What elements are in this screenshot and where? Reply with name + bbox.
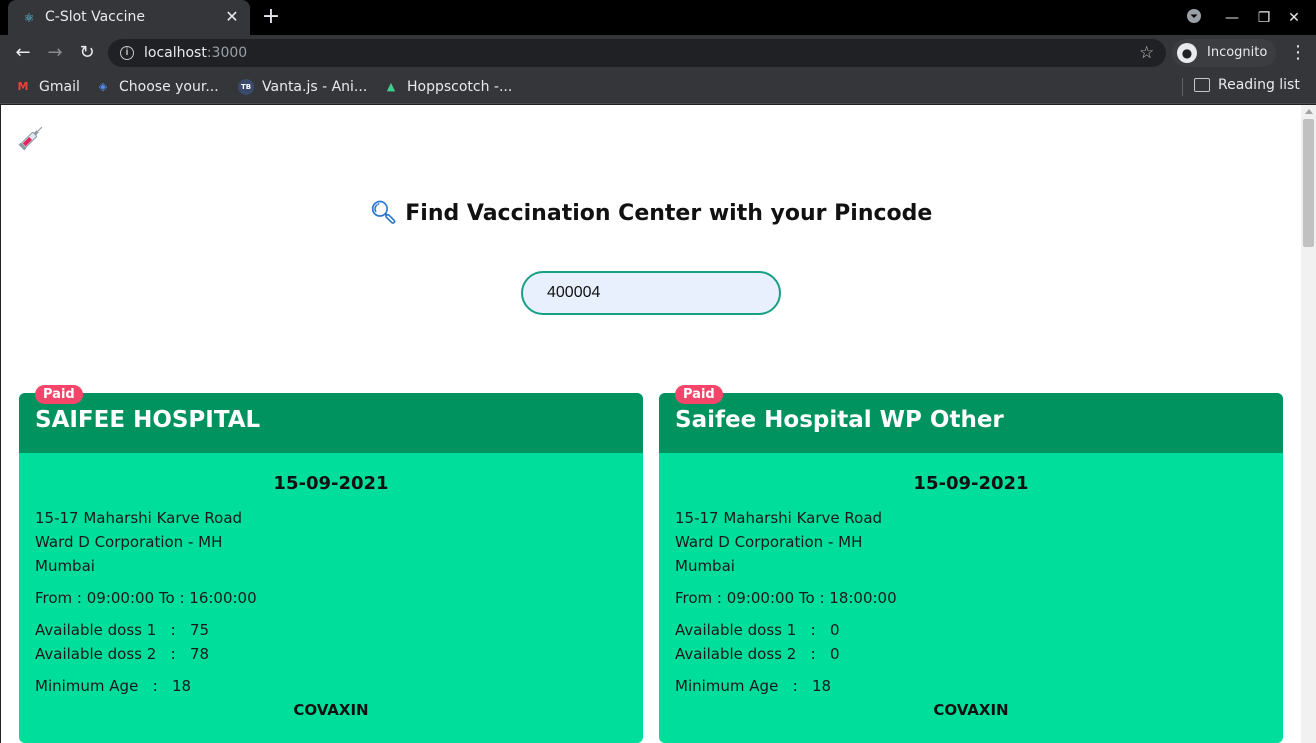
vaccine-name: COVAXIN — [933, 701, 1009, 719]
vanta-icon: TB — [238, 79, 254, 95]
center-district: Mumbai — [35, 557, 95, 575]
menu-kebab-icon[interactable]: ⋮ — [1289, 42, 1307, 63]
url-port: :3000 — [206, 45, 248, 61]
tab-search-icon[interactable] — [1184, 8, 1204, 28]
bookmark-vanta[interactable]: TB Vanta.js - Ani... — [238, 77, 367, 97]
page-scrollbar[interactable] — [1301, 105, 1316, 743]
center-card-header: SAIFEE HOSPITAL — [19, 393, 643, 453]
react-icon: ⚛ — [23, 11, 35, 25]
minimize-icon[interactable]: — — [1222, 8, 1242, 28]
reading-list-icon — [1194, 78, 1210, 92]
bookmark-choose[interactable]: ◈ Choose your... — [95, 77, 219, 97]
center-district: Mumbai — [675, 557, 735, 575]
page-title-text: Find Vaccination Center with your Pincod… — [405, 201, 933, 226]
center-timing: From : 09:00:00 To : 16:00:00 — [35, 589, 257, 607]
center-card-header: Saifee Hospital WP Other — [659, 393, 1283, 453]
center-address: 15-17 Maharshi Karve Road — [675, 509, 883, 527]
tab-title: C-Slot Vaccine — [45, 9, 145, 25]
center-name: Saifee Hospital WP Other — [675, 407, 1004, 433]
scroll-up-arrow-icon[interactable] — [1305, 109, 1313, 114]
center-block: Ward D Corporation - MH — [675, 533, 863, 551]
incognito-profile-button[interactable]: ● Incognito — [1172, 39, 1276, 67]
scrollbar-thumb[interactable] — [1303, 119, 1314, 247]
bookmark-star-icon[interactable]: ☆ — [1139, 43, 1154, 63]
url-host: localhost — [144, 45, 207, 61]
bookmark-gmail[interactable]: M Gmail — [15, 77, 80, 97]
address-bar[interactable]: i localhost:3000 ☆ — [108, 39, 1166, 67]
back-arrow-icon[interactable]: ← — [12, 42, 34, 64]
new-tab-button[interactable]: + — [260, 6, 282, 28]
restore-icon[interactable]: ❐ — [1254, 8, 1274, 28]
page-viewport: 🔍︎ Find Vaccination Center with your Pin… — [1, 105, 1301, 743]
bookmark-label: Gmail — [39, 79, 80, 95]
center-block: Ward D Corporation - MH — [35, 533, 223, 551]
session-date: 15-09-2021 — [273, 473, 389, 494]
syringe-icon — [18, 126, 43, 151]
available-dose-1: Available doss 1 : 0 — [675, 621, 840, 639]
tab-active[interactable]: ⚛ C-Slot Vaccine ✕ — [8, 0, 250, 35]
bookmarks-bar: M Gmail ◈ Choose your... TB Vanta.js - A… — [0, 70, 1316, 104]
available-dose-2: Available doss 2 : 78 — [35, 645, 210, 663]
page-title: 🔍︎ Find Vaccination Center with your Pin… — [1, 201, 1301, 226]
available-dose-2: Available doss 2 : 0 — [675, 645, 840, 663]
close-icon[interactable]: ✕ — [223, 8, 241, 26]
session-date: 15-09-2021 — [913, 473, 1029, 494]
cube-icon: ◈ — [98, 80, 108, 93]
bookmarks-divider — [1182, 78, 1183, 96]
minimum-age: Minimum Age : 18 — [35, 677, 192, 695]
bookmark-label: Hoppscotch -... — [407, 79, 513, 95]
center-card: SAIFEE HOSPITAL Paid 15-09-2021 15-17 Ma… — [19, 385, 643, 743]
reload-icon[interactable]: ↻ — [76, 42, 98, 64]
bookmark-label: Choose your... — [119, 79, 219, 95]
tab-strip: ⚛ C-Slot Vaccine ✕ + — ❐ ✕ — [0, 0, 1316, 35]
bookmark-hoppscotch[interactable]: ▲ Hoppscotch -... — [383, 77, 513, 97]
window-close-icon[interactable]: ✕ — [1284, 8, 1304, 28]
center-timing: From : 09:00:00 To : 18:00:00 — [675, 589, 897, 607]
minimum-age: Minimum Age : 18 — [675, 677, 832, 695]
fee-type-badge: Paid — [675, 385, 723, 404]
gmail-icon: M — [17, 80, 29, 93]
center-address: 15-17 Maharshi Karve Road — [35, 509, 243, 527]
incognito-icon: ● — [1177, 43, 1197, 63]
pincode-input[interactable] — [521, 271, 781, 315]
center-name: SAIFEE HOSPITAL — [35, 407, 261, 433]
fee-type-badge: Paid — [35, 385, 83, 404]
magnifier-icon: 🔍︎ — [369, 201, 398, 226]
center-card: Saifee Hospital WP Other Paid 15-09-2021… — [659, 385, 1283, 743]
reading-list-label: Reading list — [1218, 77, 1300, 93]
available-dose-1: Available doss 1 : 75 — [35, 621, 210, 639]
url-text: localhost:3000 — [144, 45, 247, 61]
forward-arrow-icon[interactable]: → — [44, 42, 66, 64]
bookmark-label: Vanta.js - Ani... — [262, 79, 368, 95]
incognito-label: Incognito — [1207, 45, 1268, 60]
browser-toolbar: ← → ↻ i localhost:3000 ☆ ● Incognito ⋮ — [0, 35, 1316, 70]
reading-list-button[interactable]: Reading list — [1194, 77, 1300, 93]
vaccine-name: COVAXIN — [293, 701, 369, 719]
hoppscotch-icon: ▲ — [386, 80, 396, 93]
info-icon[interactable]: i — [120, 46, 134, 60]
